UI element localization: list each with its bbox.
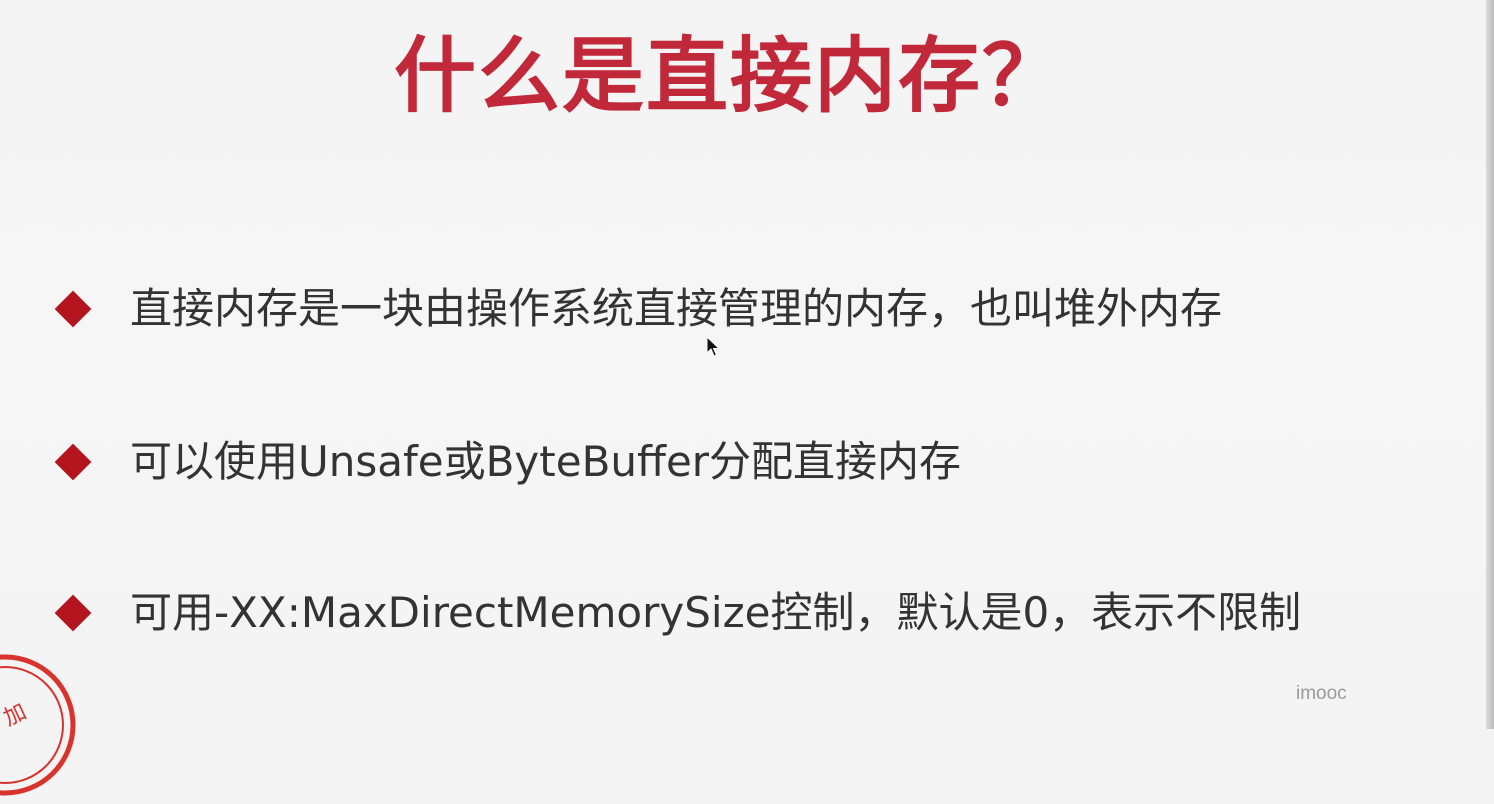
bullet-item: 可用-XX:MaxDirectMemorySize控制，默认是0，表示不限制 (54, 585, 1302, 641)
diamond-icon (54, 594, 92, 632)
bullet-text: 直接内存是一块由操作系统直接管理的内存，也叫堆外内存 (130, 284, 1223, 333)
bullet-text: 可用-XX:MaxDirectMemorySize控制，默认是0，表示不限制 (130, 588, 1302, 637)
bullet-item: 可以使用Unsafe或ByteBuffer分配直接内存 (54, 434, 962, 490)
mouse-pointer-icon (706, 335, 722, 364)
seal-stamp-icon: 加 (0, 650, 80, 804)
slide: 什么是直接内存？ 直接内存是一块由操作系统直接管理的内存，也叫堆外内存 可以使用… (0, 0, 1494, 796)
bullet-text: 可以使用Unsafe或ByteBuffer分配直接内存 (130, 437, 962, 486)
bullet-item: 直接内存是一块由操作系统直接管理的内存，也叫堆外内存 (54, 281, 1223, 337)
window-edge (1486, 0, 1494, 729)
svg-text:加: 加 (0, 699, 30, 731)
diamond-icon (54, 290, 92, 328)
watermark: imooc (1296, 683, 1347, 704)
slide-title: 什么是直接内存？ (393, 29, 1066, 124)
diamond-icon (54, 443, 92, 481)
